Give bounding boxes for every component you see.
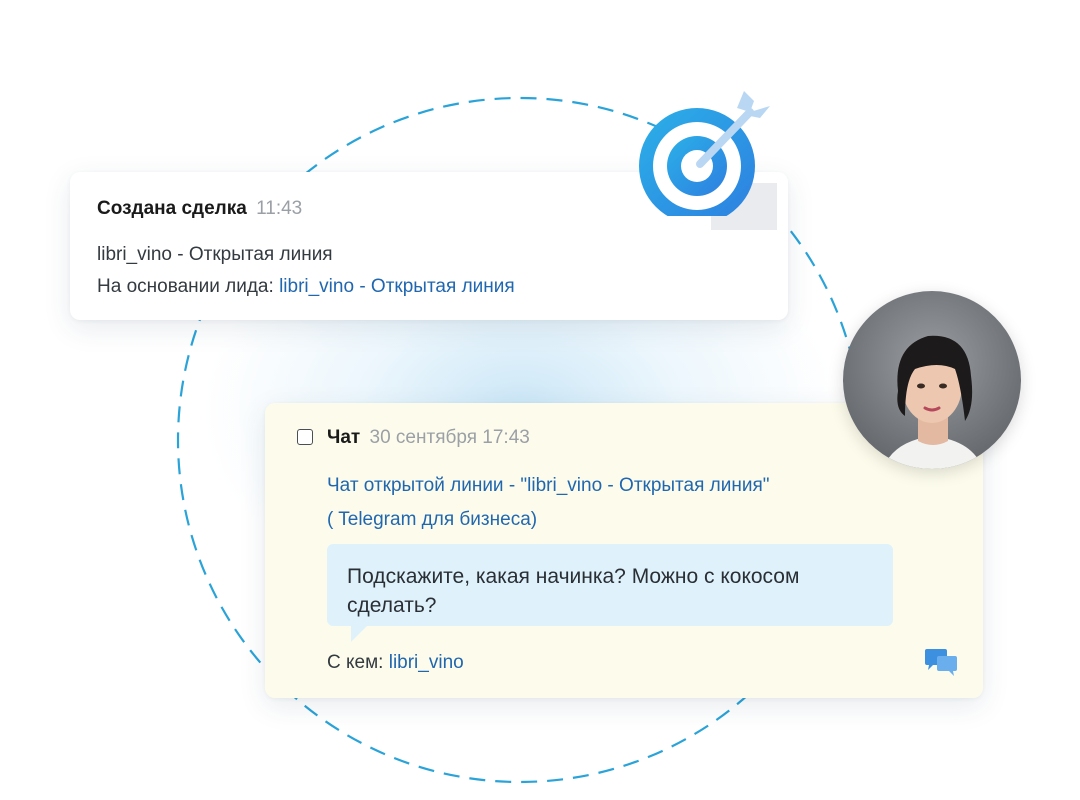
deal-description: libri_vino - Открытая линия xyxy=(97,244,333,265)
deal-source-link[interactable]: libri_vino - Открытая линия xyxy=(279,276,515,297)
deal-title: Создана сделка xyxy=(97,198,247,219)
user-avatar xyxy=(843,291,1021,469)
chat-checkbox[interactable] xyxy=(297,429,313,445)
chat-participant-row: С кем: libri_vino xyxy=(327,652,464,674)
chat-participant-label: С кем: xyxy=(327,652,389,673)
deal-time: 11:43 xyxy=(256,198,303,219)
chat-title: Чат xyxy=(327,427,361,448)
chat-bubbles-icon[interactable] xyxy=(923,648,959,678)
deal-title-row: Создана сделка 11:43 xyxy=(97,198,302,220)
chat-title-row: Чат 30 сентября 17:43 xyxy=(327,427,530,449)
deal-source-label: На основании лида: xyxy=(97,276,280,297)
chat-datetime: 30 сентября 17:43 xyxy=(369,427,530,448)
target-arrow-icon xyxy=(639,91,770,216)
chat-open-line-link[interactable]: Чат открытой линии - "libri_vino - Откры… xyxy=(327,475,770,497)
message-text: Подскажите, какая начинка? Можно с кокос… xyxy=(347,565,800,617)
chat-participant-link[interactable]: libri_vino xyxy=(389,652,464,673)
chat-channel-link[interactable]: ( Telegram для бизнеса) xyxy=(327,509,537,531)
message-bubble-tail xyxy=(351,626,367,642)
deal-source-row: На основании лида: libri_vino - Открытая… xyxy=(97,276,515,298)
message-bubble: Подскажите, какая начинка? Можно с кокос… xyxy=(327,544,893,642)
